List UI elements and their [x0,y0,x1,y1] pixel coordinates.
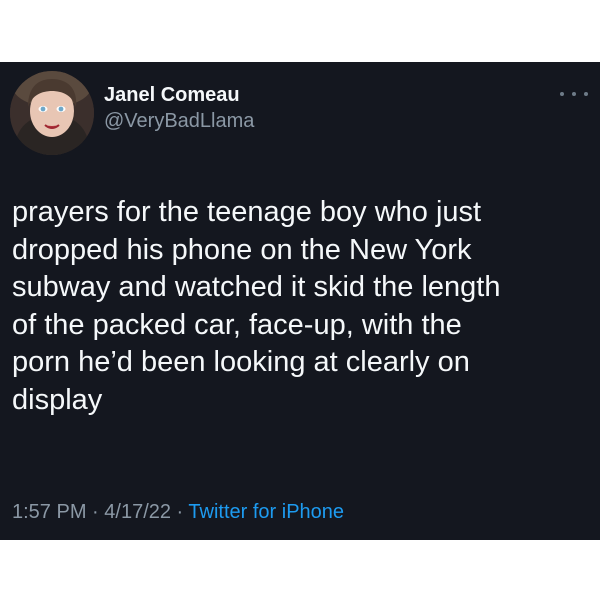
more-options-icon[interactable] [560,86,588,102]
tweet-meta: 1:57 PM · 4/17/22 · Twitter for iPhone [12,500,344,524]
tweet-card: Janel Comeau @VeryBadLlama prayers for t… [0,62,600,540]
author-handle[interactable]: @VeryBadLlama [104,108,254,134]
dot-icon [584,92,588,96]
dot-icon [572,92,576,96]
meta-separator: · [171,501,189,523]
author-display-name[interactable]: Janel Comeau [104,82,254,108]
tweet-text: prayers for the teenage boy who just dro… [12,196,501,416]
tweet-source-link[interactable]: Twitter for iPhone [188,501,344,523]
profile-photo-icon [10,71,94,155]
dot-icon [560,92,564,96]
tweet-author: Janel Comeau @VeryBadLlama [104,82,254,134]
tweet-date[interactable]: 4/17/22 [104,501,171,523]
meta-separator: · [86,501,105,523]
avatar[interactable] [10,71,94,155]
tweet-time[interactable]: 1:57 PM [12,501,86,523]
